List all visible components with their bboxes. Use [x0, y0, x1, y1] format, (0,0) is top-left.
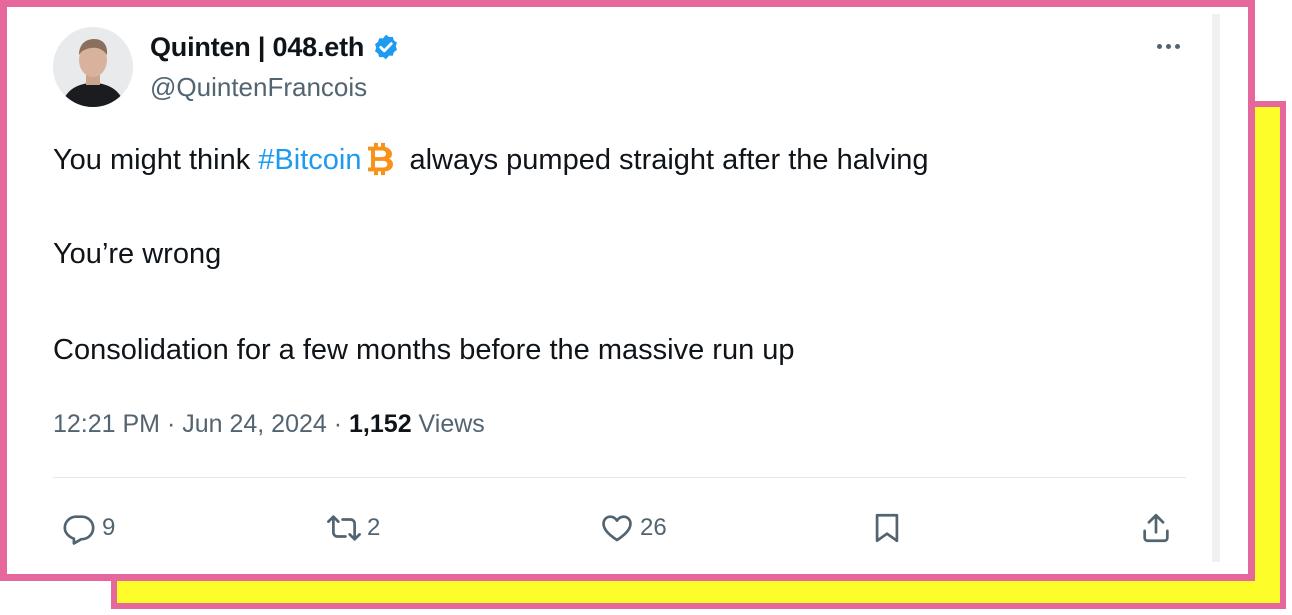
tweet-text-line-1: You might think #Bitcoin always pumped s…: [53, 142, 929, 178]
author-name-row: Quinten | 048.eth: [150, 30, 400, 64]
share-icon: [1143, 513, 1169, 543]
divider: [53, 477, 1186, 478]
tweet-text-line-2: You’re wrong: [53, 238, 222, 270]
author-handle[interactable]: @QuintenFrancois: [150, 72, 367, 103]
tweet-text-line-3: Consolidation for a few months before th…: [53, 334, 795, 366]
retweet-icon: [327, 515, 361, 541]
bitcoin-icon: [368, 142, 394, 176]
more-options-icon[interactable]: [1150, 36, 1186, 56]
card-edge-shade: [1212, 14, 1220, 562]
like-button[interactable]: 26: [600, 500, 667, 556]
tweet-text-segment: You might think: [53, 143, 259, 176]
share-button[interactable]: [1139, 500, 1173, 556]
views-label: Views: [418, 410, 485, 438]
like-count: 26: [640, 514, 667, 541]
reply-button[interactable]: 9: [62, 500, 115, 556]
heart-icon: [602, 515, 632, 542]
bookmark-button[interactable]: [870, 500, 904, 556]
views-count: 1,152: [349, 410, 412, 438]
tweet-metadata: 12:21 PM · Jun 24, 2024 · 1,152 Views: [53, 410, 485, 439]
author-display-name[interactable]: Quinten | 048.eth: [150, 32, 364, 63]
tweet-time[interactable]: 12:21 PM: [53, 410, 160, 438]
hashtag-link[interactable]: #Bitcoin: [258, 144, 361, 177]
retweet-button[interactable]: 2: [327, 500, 380, 556]
avatar-image: [53, 27, 133, 107]
reply-count: 9: [102, 514, 116, 541]
tweet-date[interactable]: Jun 24, 2024: [182, 410, 327, 438]
tweet-text-segment: always pumped straight after the halving: [409, 143, 929, 176]
action-bar: 9 2 26: [0, 500, 1255, 556]
meta-separator: ·: [326, 410, 350, 438]
bookmark-icon: [875, 513, 899, 543]
retweet-count: 2: [367, 514, 381, 541]
avatar[interactable]: [53, 27, 133, 107]
meta-separator: ·: [160, 410, 183, 438]
verified-badge-icon: [375, 34, 398, 60]
reply-icon: [63, 515, 95, 545]
